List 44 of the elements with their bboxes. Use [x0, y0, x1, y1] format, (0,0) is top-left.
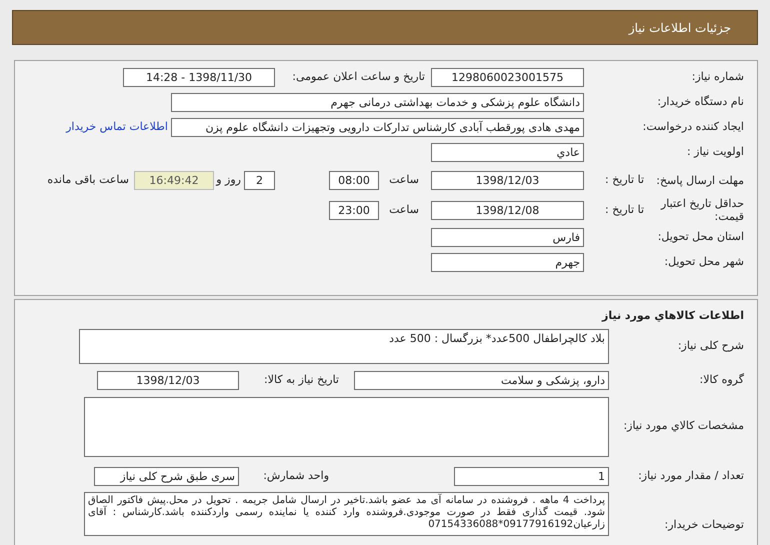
field-value: 16:49:42 — [134, 170, 214, 190]
field-label: حداقل تاریخ اعتبار قیمت: — [660, 197, 744, 223]
field-label: تاریخ و ساعت اعلان عمومی: — [291, 69, 426, 86]
field-value: سری طبق شرح کلی نیاز — [94, 466, 239, 486]
field-label: تا تاریخ : — [604, 172, 644, 188]
field-value: 1398/12/03 — [97, 370, 239, 390]
field-value: 1398/12/03 — [431, 170, 584, 190]
field-value: 1398/12/08 — [431, 200, 584, 220]
field-value: 08:00 — [329, 170, 379, 190]
field-label: شماره نیاز: — [690, 69, 744, 86]
field-label: ایجاد کننده درخواست: — [642, 119, 744, 136]
field-label: اولویت نیاز : — [686, 144, 744, 160]
field-value: 1398/11/30 - 14:28 — [123, 68, 275, 87]
field-label: استان محل تحویل: — [656, 229, 744, 246]
field-label: ساعت — [388, 202, 420, 218]
field-value: عادي — [431, 143, 584, 162]
field-value: فارس — [431, 228, 584, 247]
field-value: جهرم — [431, 253, 584, 272]
field-label: مهلت ارسال پاسخ: — [655, 174, 744, 186]
field-label: مشخصات کالاي مورد نیاز: — [622, 418, 744, 434]
field-label: شهر محل تحویل: — [663, 254, 744, 270]
section-title: اطلاعات کالاهاي مورد نياز — [602, 308, 744, 324]
field-label: تاریخ نیاز به کالا: — [263, 372, 340, 388]
field-value: 23:00 — [329, 200, 379, 220]
field-label: ساعت — [388, 172, 420, 188]
field-label: تا تاریخ : — [604, 202, 644, 218]
notes-text: پرداخت 4 ماهه . فروشنده در سامانه آی مد عضو باشد.تاخیر در ارسال شامل جریمه . تحویل در محل.پیش فاکتور الصاق شود. قیمت گذاری فقط در صورت موجودی.فروشنده وارد کننده یا نماینده رسمی واردکننده باشد.کارشناس : آقای زارعیان09177916192*07154336088 — [84, 492, 609, 536]
field-label: واحد شمارش: — [262, 468, 330, 484]
field-label: روز و — [214, 172, 242, 188]
header-title: جزئیات اطلاعات نیاز — [628, 20, 731, 36]
field-label: ساعت باقی مانده — [47, 172, 130, 188]
field-value: 1298060023001575 — [431, 68, 584, 87]
field-value: دانشگاه علوم پزشکی و خدمات بهداشتی درمانی جهرم — [171, 93, 584, 112]
field-label: توضیحات خریدار: — [664, 516, 744, 533]
field-value: بلاد کالچراطفال 500عدد* بزرگسال : 500 عدد — [79, 328, 609, 364]
field-value: دارو، پزشکی و سلامت — [354, 370, 609, 390]
field-label: تعداد / مقدار مورد نیاز: — [637, 468, 744, 484]
field-label: نام دستگاه خریدار: — [656, 94, 744, 110]
field-value: مهدی هادی پورقطب آبادی کارشناس تدارکات دارویی وتجهیزات دانشگاه علوم پزن — [171, 118, 584, 137]
field-label: گروه کالا: — [698, 372, 744, 388]
field-value: 2 — [244, 170, 275, 190]
field-label: شرح کلی نیاز: — [676, 338, 744, 354]
contact-link[interactable]: اطلاعات تماس خریدار — [66, 119, 168, 136]
field-value: 1 — [454, 466, 609, 486]
